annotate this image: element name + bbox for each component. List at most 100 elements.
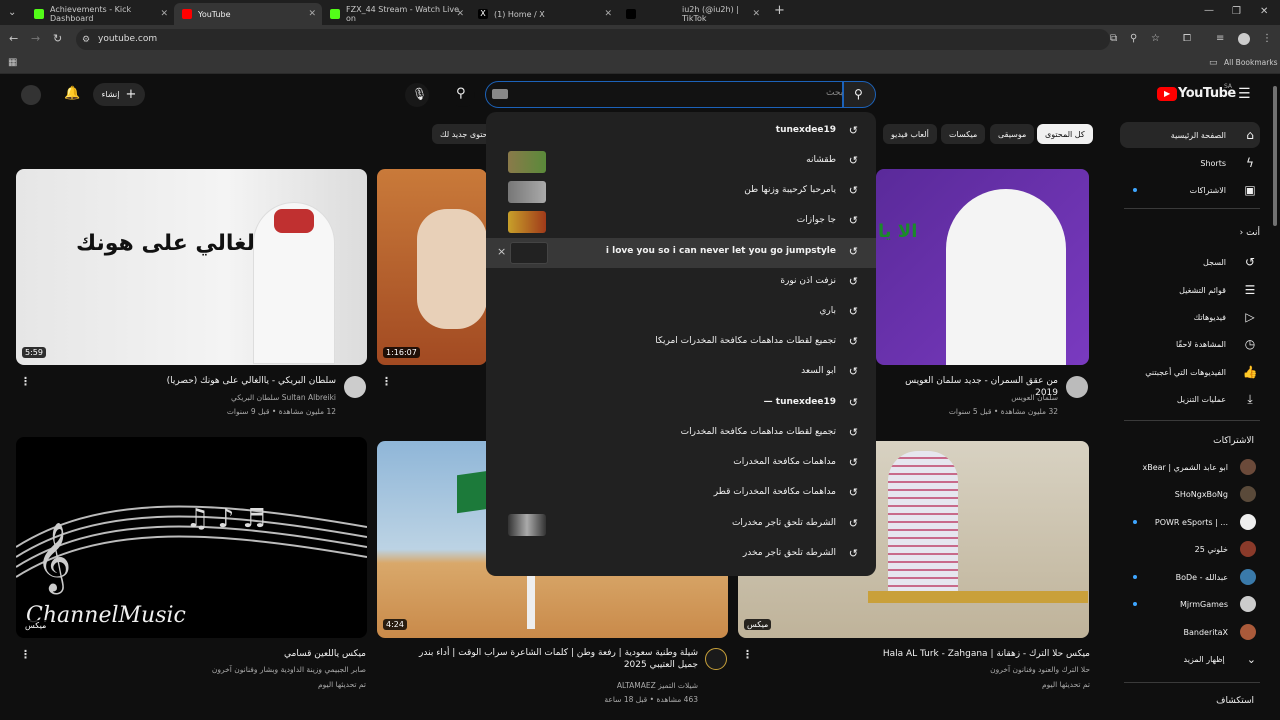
install-icon[interactable]: ⧉ <box>1110 34 1117 44</box>
video-channel[interactable]: شيلات التميز ALTAMAEZ <box>400 680 698 691</box>
suggestion-item[interactable]: تجميع لقطات مداهمات مكافحة المخدرات ↺ <box>486 419 876 449</box>
suggestion-item-highlighted[interactable]: × i love you so i can never let you go j… <box>486 238 876 268</box>
minimize-icon[interactable]: — <box>1204 6 1214 16</box>
tab-tiktok[interactable]: iu2h (@iu2h) | TikTok ✕ <box>618 3 766 25</box>
video-menu-icon[interactable]: ⋮ <box>742 648 753 661</box>
suggestion-item[interactable]: باري ↺ <box>486 298 876 328</box>
all-bookmarks[interactable]: All Bookmarks <box>1224 58 1278 67</box>
suggestion-item[interactable]: طقشانه ↺ <box>486 147 876 177</box>
suggestion-item[interactable]: tunexdee19 — ↺ <box>486 389 876 419</box>
close-icon[interactable]: ✕ <box>752 9 760 19</box>
remove-suggestion-icon[interactable]: × <box>497 245 506 258</box>
search-input[interactable] <box>485 81 843 108</box>
notifications-bell-icon[interactable]: 🔔 <box>64 86 80 101</box>
keyboard-icon[interactable] <box>492 89 508 99</box>
menu-icon[interactable]: ⋮ <box>1262 34 1272 44</box>
video-channel[interactable]: حلا الترك والعنود وفنانون آخرون <box>760 664 1090 675</box>
suggestion-item[interactable]: ابو السعد ↺ <box>486 358 876 388</box>
omnibox[interactable] <box>76 29 1110 50</box>
voice-search-button[interactable]: 🎙 <box>405 83 429 107</box>
tab-kick-stream[interactable]: FZX_44 Stream - Watch Live on ✕ <box>322 3 470 25</box>
suggestion-item[interactable]: تجميع لقطات مداهمات مكافحة المخدرات امري… <box>486 328 876 358</box>
close-icon[interactable]: ✕ <box>604 9 612 19</box>
video-channel[interactable]: سلمان العويس <box>880 392 1058 403</box>
sidebar-sub-mjrmgames[interactable]: MjrmGames <box>1126 593 1256 615</box>
site-info-icon[interactable]: ⚙ <box>82 35 90 45</box>
sidebar-sub-powr[interactable]: POWR eSports | ... <box>1126 511 1256 533</box>
sidebar-item-subscriptions[interactable]: الاشتراكات ▣ <box>1120 177 1260 203</box>
bookmark-star-icon[interactable]: ☆ <box>1151 34 1160 44</box>
close-icon[interactable]: ✕ <box>160 9 168 19</box>
maximize-icon[interactable]: ❐ <box>1232 7 1241 17</box>
sidebar-you-heading[interactable]: أنت ‹ <box>1200 228 1260 238</box>
youtube-logo-icon[interactable]: ▶ <box>1157 87 1177 101</box>
suggestion-item[interactable]: الشرطه تلحق تاجر مخدر ↺ <box>486 540 876 570</box>
close-icon[interactable]: ✕ <box>308 9 316 19</box>
channel-avatar[interactable] <box>344 376 366 398</box>
account-avatar[interactable] <box>21 85 41 105</box>
tab-kick-dashboard[interactable]: Achievements - Kick Dashboard ✕ <box>26 3 174 25</box>
video-menu-icon[interactable]: ⋮ <box>381 375 392 388</box>
channel-avatar[interactable] <box>1066 376 1088 398</box>
profile-avatar[interactable] <box>1238 33 1250 45</box>
extensions-icon[interactable]: ⧠ <box>1183 34 1191 44</box>
suggestion-item[interactable]: مداهمات مكافحة المخدرات قطر ↺ <box>486 479 876 509</box>
video-thumbnail[interactable]: ياالغالي على هونك 5:59 <box>16 169 367 365</box>
sidebar-sub-banderitax[interactable]: BanderitaX <box>1126 621 1256 643</box>
video-title[interactable]: شيلة وطنية سعودية | رفعة وطن | كلمات الش… <box>400 647 698 671</box>
search-icon-button[interactable]: ⚲ <box>451 83 475 107</box>
chip-music[interactable]: موسيقى <box>990 124 1035 144</box>
sidebar-item-your-videos[interactable]: فيديوهاتك ▷ <box>1120 304 1260 330</box>
video-channel[interactable]: Sultan Albreiki سلطان البريكي <box>100 392 336 403</box>
back-icon[interactable]: ← <box>9 33 18 44</box>
tab-youtube[interactable]: YouTube ✕ <box>174 3 322 25</box>
suggestion-item[interactable]: جا جوازات ↺ <box>486 207 876 237</box>
suggestion-item[interactable]: tunexdee19 ↺ <box>486 117 876 147</box>
sidebar-item-shorts[interactable]: Shorts ϟ <box>1120 150 1260 176</box>
video-menu-icon[interactable]: ⋮ <box>20 375 31 388</box>
forward-icon[interactable]: → <box>31 33 40 44</box>
new-tab-icon[interactable]: + <box>774 4 785 17</box>
video-channel[interactable]: صابر الجبيمي وزينة الداودية وبشار وفنانو… <box>100 664 366 675</box>
sidebar-sub-xbear[interactable]: xBear | ابو عابد الشمري <box>1126 456 1256 478</box>
video-thumbnail[interactable]: 1:16:07 <box>377 169 487 365</box>
suggestion-item[interactable]: يامرحبا كرحيبة وزنها طن ↺ <box>486 177 876 207</box>
zoom-icon[interactable]: ⚲ <box>1130 34 1137 44</box>
video-title[interactable]: ميكس حلا الترك - زهقانة | Hala AL Turk -… <box>760 648 1090 660</box>
video-thumbnail[interactable]: 𝄞 ♫ ♪ ♬ ChannelMusic ميكس <box>16 437 367 638</box>
tab-search-icon[interactable]: ⌄ <box>8 8 16 18</box>
sidebar-item-home[interactable]: الصفحة الرئيسية ⌂ <box>1120 122 1260 148</box>
video-menu-icon[interactable]: ⋮ <box>20 648 31 661</box>
sidebar-sub-bode[interactable]: BoDe - عبدالله <box>1126 566 1256 588</box>
sidebar-scrollbar[interactable] <box>1273 86 1277 226</box>
sidebar-item-liked[interactable]: الفيديوهات التي أعجبتني 👍 <box>1120 359 1260 385</box>
reload-icon[interactable]: ↻ <box>53 33 62 44</box>
video-thumbnail[interactable]: الا يا <box>876 169 1089 365</box>
sidebar-item-playlists[interactable]: قوائم التشغيل ☰ <box>1120 277 1260 303</box>
video-title[interactable]: سلطان البريكي - ياالغالي على هونك (حصريا… <box>100 375 336 387</box>
sidebar-item-watch-later[interactable]: المشاهدة لاحقًا ◷ <box>1120 331 1260 357</box>
search-button[interactable]: ⚲ <box>843 81 876 108</box>
create-button[interactable]: إنشاء + <box>93 83 145 106</box>
tab-x-home[interactable]: X (1) Home / X ✕ <box>470 3 618 25</box>
sidebar-show-more[interactable]: إظهار المزيد ⌄ <box>1126 648 1256 670</box>
sidebar-item-history[interactable]: السجل ↺ <box>1120 249 1260 275</box>
suggestion-thumbnail <box>508 514 546 536</box>
suggestion-item[interactable]: الشرطه تلحق تاجر مخدرات ↺ <box>486 510 876 540</box>
sidebar-sub-khalouni[interactable]: خلوني 25 <box>1126 538 1256 560</box>
sidebar-sub-shongxbong[interactable]: SHoNgxBoNg <box>1126 483 1256 505</box>
apps-grid-icon[interactable]: ▦ <box>8 58 17 68</box>
video-title[interactable]: ميكس ياللعين قسامي <box>100 648 366 660</box>
chip-mixes[interactable]: ميكسات <box>941 124 986 144</box>
channel-avatar[interactable] <box>705 648 727 670</box>
suggestion-item[interactable]: نزفت اذن نورة ↺ <box>486 268 876 298</box>
sidebar-item-downloads[interactable]: عمليات التنزيل ⤓ <box>1120 386 1260 412</box>
chip-video-games[interactable]: ألعاب فيديو <box>883 124 937 144</box>
guide-menu-icon[interactable]: ☰ <box>1238 86 1251 102</box>
media-icon[interactable]: ≡ <box>1216 34 1224 44</box>
close-window-icon[interactable]: ✕ <box>1260 7 1268 17</box>
url-text[interactable]: youtube.com <box>98 34 157 44</box>
close-icon[interactable]: ✕ <box>456 9 464 19</box>
chip-all[interactable]: كل المحتوى <box>1037 124 1093 144</box>
suggestion-item[interactable]: مداهمات مكافحة المخدرات ↺ <box>486 449 876 479</box>
